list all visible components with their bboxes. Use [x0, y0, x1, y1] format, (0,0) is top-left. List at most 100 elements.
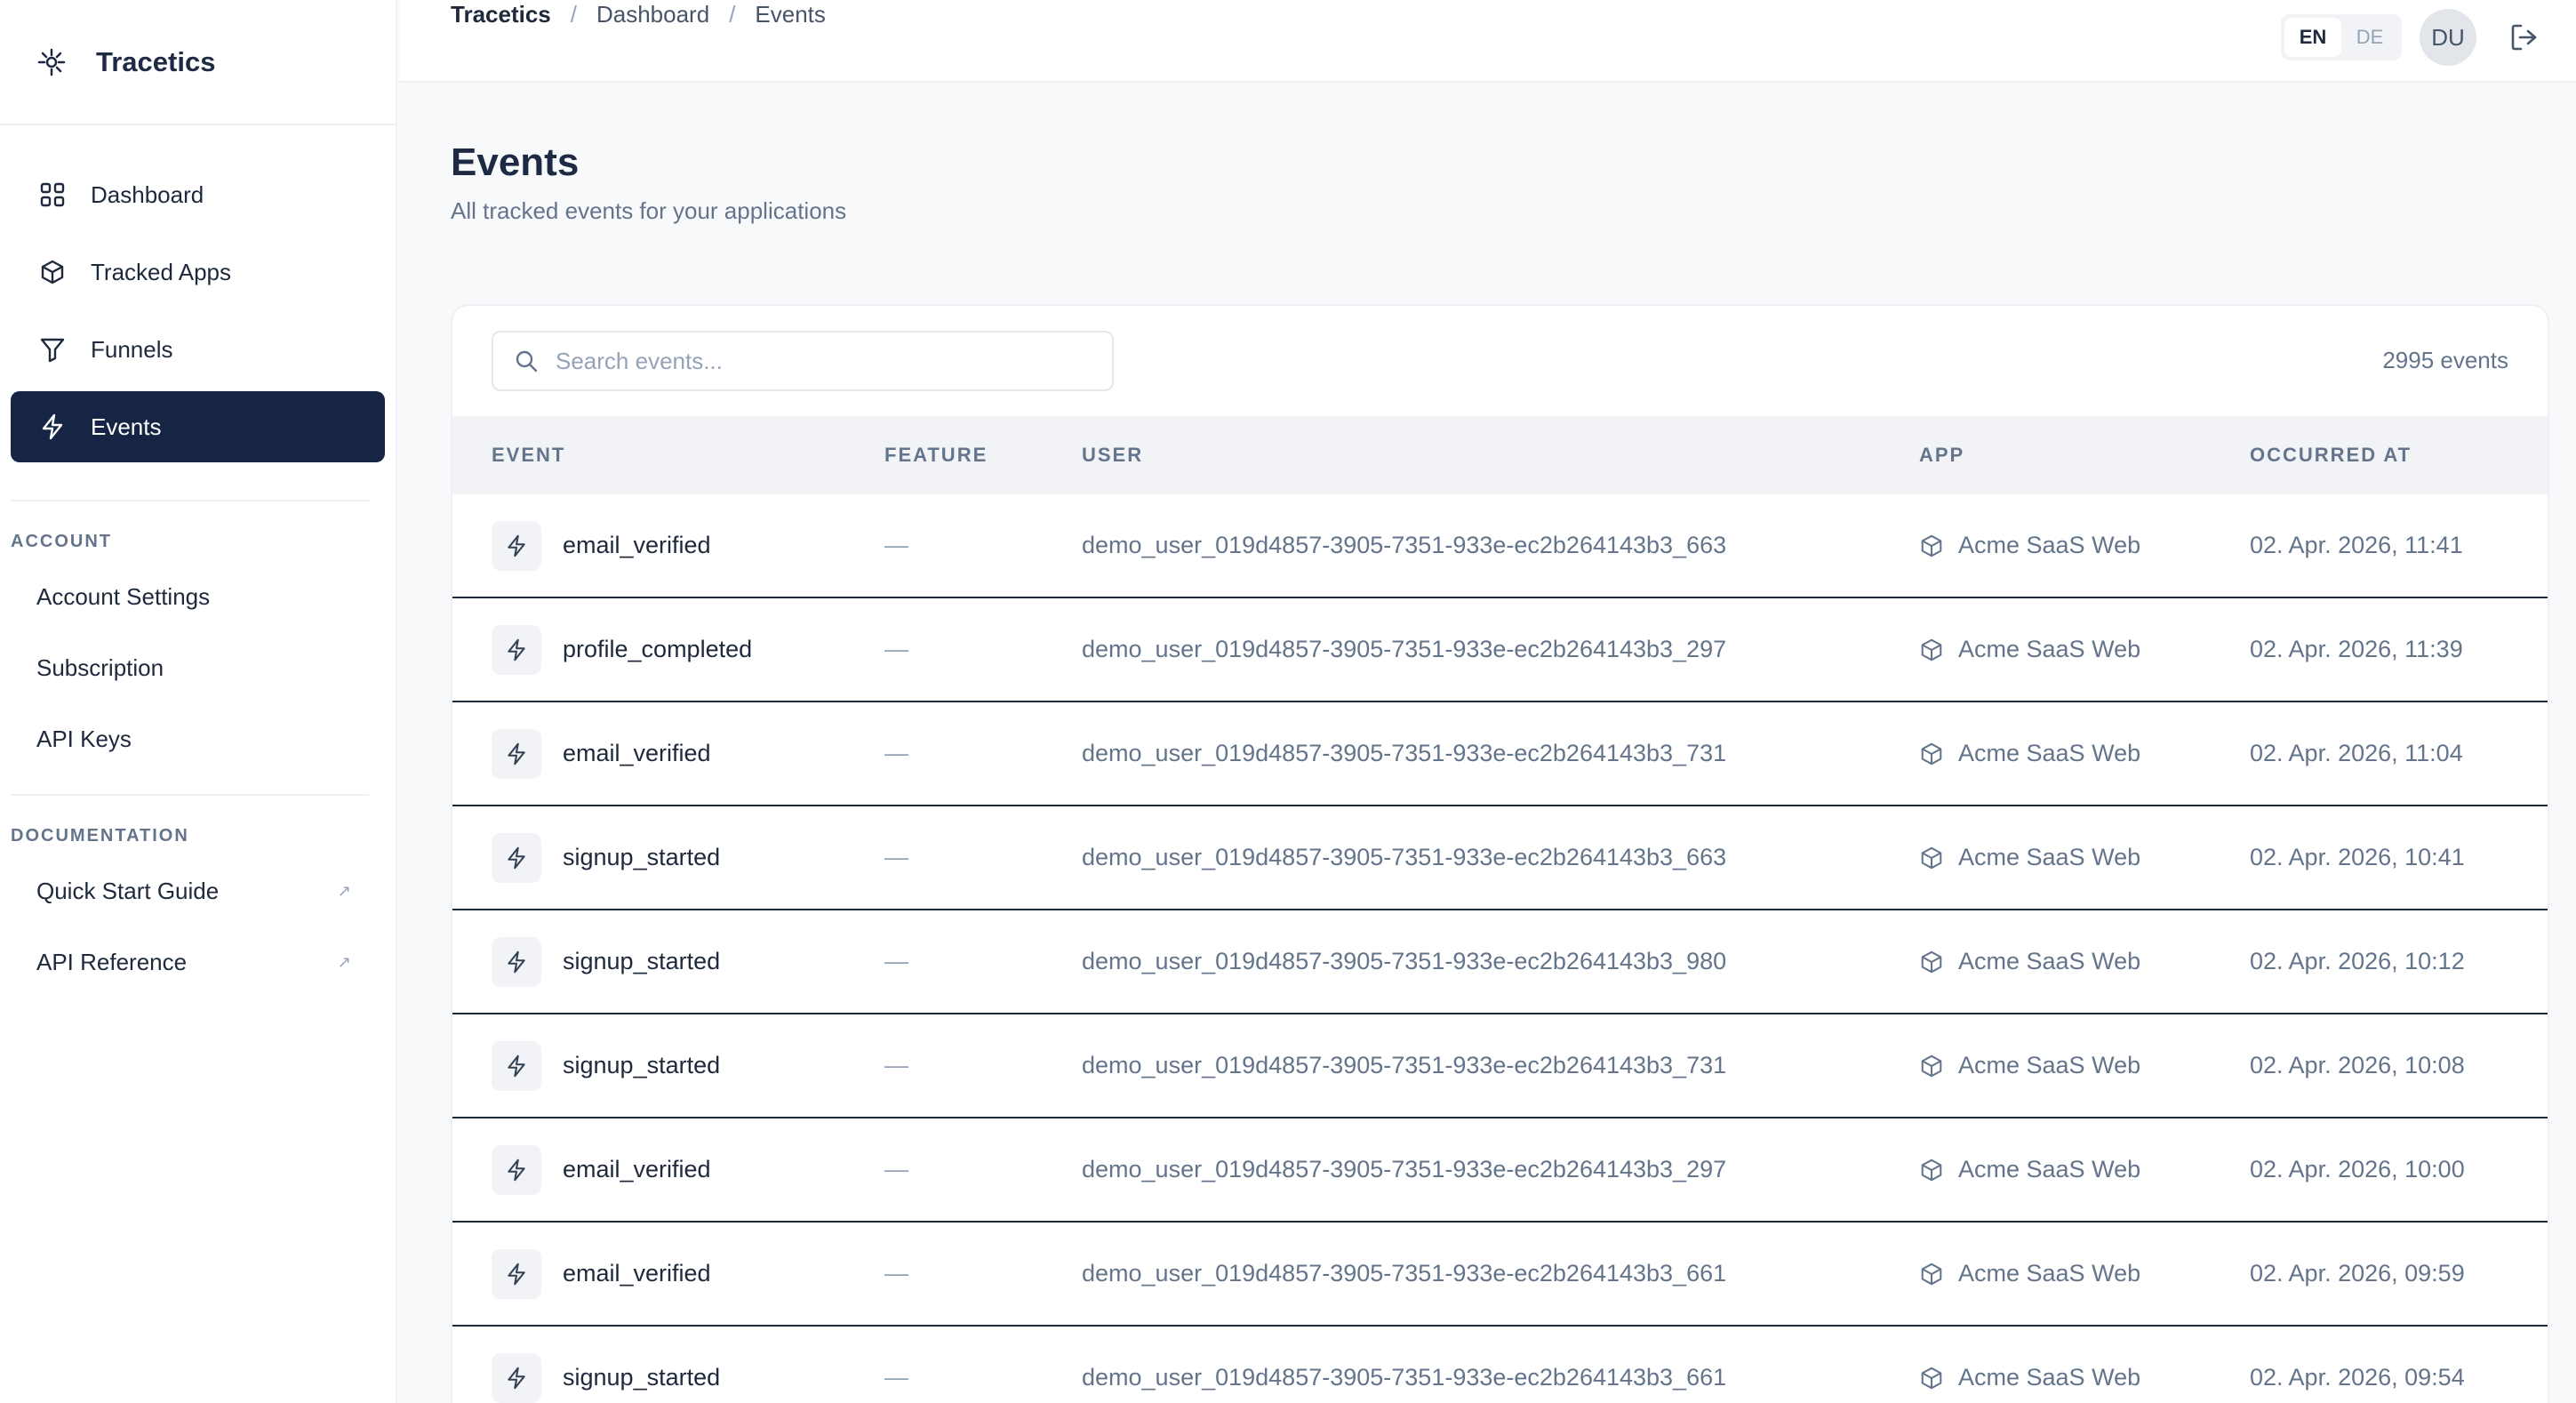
sidebar-item-label: API Keys [36, 725, 132, 752]
bolt-icon [492, 832, 541, 883]
sidebar-item-account-settings[interactable]: Account Settings [0, 561, 396, 632]
breadcrumb-item-tracetics[interactable]: Tracetics [451, 1, 551, 28]
app-cell: Acme SaaS Web [1919, 702, 2140, 805]
table-row[interactable]: email_verified — demo_user_019d4857-3905… [452, 494, 2548, 598]
app-name: Acme SaaS Web [1958, 1052, 2141, 1078]
table-row[interactable]: signup_started — demo_user_019d4857-3905… [452, 1327, 2548, 1403]
event-name: email_verified [563, 1156, 711, 1183]
feature-cell: — [884, 1052, 908, 1078]
event-cell: email_verified [492, 702, 711, 805]
search-icon [516, 350, 538, 373]
table-row[interactable]: signup_started — demo_user_019d4857-3905… [452, 1014, 2548, 1118]
table-row[interactable]: email_verified — demo_user_019d4857-3905… [452, 702, 2548, 806]
feature-cell: — [884, 948, 908, 974]
sidebar-item-funnels[interactable]: Funnels [11, 314, 385, 385]
user-cell: demo_user_019d4857-3905-7351-933e-ec2b26… [1082, 740, 1727, 766]
breadcrumb-item-events: Events [755, 1, 826, 28]
user-cell: demo_user_019d4857-3905-7351-933e-ec2b26… [1082, 948, 1727, 974]
event-cell: signup_started [492, 910, 720, 1013]
lang-de-button[interactable]: DE [2341, 18, 2398, 57]
search-box[interactable] [492, 331, 1114, 391]
app-name: Acme SaaS Web [1958, 948, 2141, 974]
time-cell: 02. Apr. 2026, 11:39 [2250, 636, 2463, 662]
box-icon [1921, 534, 1942, 557]
box-icon [1921, 638, 1942, 661]
app-name: Acme SaaS Web [1958, 1260, 2141, 1287]
grid-icon [37, 180, 68, 210]
sidebar-item-subscription[interactable]: Subscription [0, 632, 396, 703]
search-input[interactable] [556, 347, 1089, 375]
sidebar-item-label: API Reference [36, 948, 188, 975]
table-header: EVENT FEATURE USER APP OCCURRED AT [452, 416, 2548, 494]
divider [11, 500, 369, 501]
breadcrumb-separator: / [729, 1, 736, 28]
time-cell: 02. Apr. 2026, 09:54 [2250, 1364, 2465, 1391]
user-cell: demo_user_019d4857-3905-7351-933e-ec2b26… [1082, 1156, 1727, 1183]
box-icon [37, 257, 68, 287]
user-cell: demo_user_019d4857-3905-7351-933e-ec2b26… [1082, 844, 1727, 870]
app-cell: Acme SaaS Web [1919, 1118, 2140, 1221]
app-name: Acme SaaS Web [1958, 844, 2141, 870]
event-cell: email_verified [492, 494, 711, 597]
lang-en-button[interactable]: EN [2284, 18, 2341, 57]
logout-icon[interactable] [2508, 21, 2540, 53]
event-name: email_verified [563, 740, 711, 766]
sidebar-item-quick-start-guide[interactable]: Quick Start Guide ↗ [0, 855, 396, 926]
event-cell: signup_started [492, 1327, 720, 1403]
table-row[interactable]: signup_started — demo_user_019d4857-3905… [452, 806, 2548, 910]
sidebar-item-api-keys[interactable]: API Keys [0, 703, 396, 774]
sidebar-item-api-reference[interactable]: API Reference ↗ [0, 926, 396, 998]
table-row[interactable]: email_verified — demo_user_019d4857-3905… [452, 1223, 2548, 1327]
box-icon [1921, 1367, 1942, 1389]
brand[interactable]: Tracetics [0, 0, 396, 125]
breadcrumb: Tracetics / Dashboard / Events [451, 1, 826, 28]
feature-cell: — [884, 532, 908, 558]
sidebar-item-tracked-apps[interactable]: Tracked Apps [11, 237, 385, 308]
time-cell: 02. Apr. 2026, 09:59 [2250, 1260, 2465, 1287]
avatar[interactable]: DU [2420, 9, 2476, 66]
feature-cell: — [884, 740, 908, 766]
feature-cell: — [884, 636, 908, 662]
user-cell: demo_user_019d4857-3905-7351-933e-ec2b26… [1082, 1260, 1727, 1287]
table-row[interactable]: email_verified — demo_user_019d4857-3905… [452, 1118, 2548, 1223]
time-cell: 02. Apr. 2026, 10:08 [2250, 1052, 2465, 1078]
feature-cell: — [884, 1156, 908, 1183]
user-cell: demo_user_019d4857-3905-7351-933e-ec2b26… [1082, 636, 1727, 662]
column-header-app: APP [1919, 444, 1965, 466]
sidebar: Tracetics Dashboard Tracked Apps Funnels… [0, 0, 397, 1403]
box-icon [1921, 742, 1942, 765]
app-cell: Acme SaaS Web [1919, 1014, 2140, 1117]
brand-name: Tracetics [96, 45, 216, 77]
user-cell: demo_user_019d4857-3905-7351-933e-ec2b26… [1082, 1364, 1727, 1391]
app-cell: Acme SaaS Web [1919, 494, 2140, 597]
sidebar-item-events[interactable]: Events [11, 391, 385, 462]
app-name: Acme SaaS Web [1958, 1156, 2141, 1183]
sidebar-item-label: Subscription [36, 653, 164, 681]
box-icon [1921, 846, 1942, 869]
app-name: Acme SaaS Web [1958, 1364, 2141, 1391]
events-card: 2995 events EVENT FEATURE USER APP OCCUR… [451, 304, 2549, 1403]
app-cell: Acme SaaS Web [1919, 910, 2140, 1013]
table-row[interactable]: profile_completed — demo_user_019d4857-3… [452, 598, 2548, 702]
event-name: email_verified [563, 1260, 711, 1287]
app-cell: Acme SaaS Web [1919, 598, 2140, 701]
account-list: Account Settings Subscription API Keys [0, 561, 396, 774]
column-header-event: EVENT [492, 444, 566, 466]
user-cell: demo_user_019d4857-3905-7351-933e-ec2b26… [1082, 532, 1727, 558]
breadcrumb-item-dashboard[interactable]: Dashboard [596, 1, 709, 28]
time-cell: 02. Apr. 2026, 11:04 [2250, 740, 2463, 766]
sidebar-item-dashboard[interactable]: Dashboard [11, 159, 385, 230]
sidebar-item-label: Dashboard [91, 180, 204, 208]
filter-icon [37, 334, 68, 365]
bolt-icon [492, 1144, 541, 1195]
box-icon [1921, 950, 1942, 973]
event-name: signup_started [563, 1364, 721, 1391]
time-cell: 02. Apr. 2026, 10:12 [2250, 948, 2465, 974]
external-link-icon: ↗ [337, 952, 351, 971]
event-name: email_verified [563, 532, 711, 558]
topbar: Tracetics / Dashboard / Events EN DE DU [399, 0, 2576, 83]
app-cell: Acme SaaS Web [1919, 806, 2140, 909]
table-row[interactable]: signup_started — demo_user_019d4857-3905… [452, 910, 2548, 1014]
event-cell: signup_started [492, 806, 720, 909]
event-name: signup_started [563, 948, 721, 974]
